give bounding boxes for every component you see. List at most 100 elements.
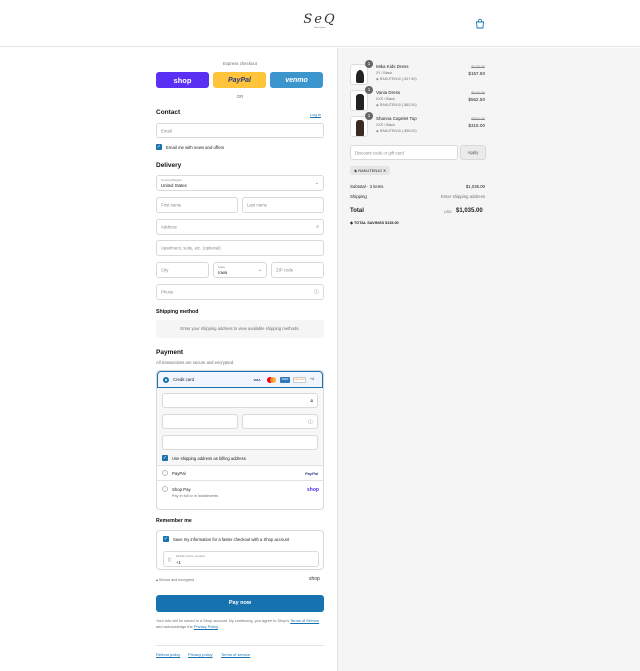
last-name-field[interactable]: Last name — [242, 197, 324, 213]
brand-logo[interactable]: SeQ Seoul Queen — [300, 13, 340, 33]
first-name-field[interactable]: First name — [156, 197, 238, 213]
item-variant: XXS / Black — [376, 97, 395, 101]
name-on-card-field[interactable] — [162, 435, 318, 450]
billing-checkbox[interactable]: ✓ — [162, 455, 168, 461]
item-discount: ◈ RAKUTEN10 (-$62.50) — [376, 103, 417, 107]
applied-code: RAKUTEN10 — [358, 168, 382, 173]
checkout-form: Express checkout shop PayPal venmo OR Co… — [0, 48, 337, 671]
bag-icon[interactable] — [474, 18, 486, 30]
country-value: United States — [161, 183, 187, 188]
quantity-badge: 1 — [365, 112, 373, 120]
amex-icon: AMEX — [280, 377, 290, 383]
save-info-checkbox[interactable]: ✓ — [163, 536, 169, 542]
address-field[interactable]: Address ⌕ — [156, 219, 324, 235]
item-discount-text: RAKUTEN10 (-$62.50) — [379, 103, 417, 107]
terms-of-service-link[interactable]: Terms of service — [221, 652, 250, 657]
news-checkbox[interactable]: ✓ — [156, 144, 162, 150]
paypal-option-label: PayPal — [172, 471, 186, 476]
pay-now-button[interactable]: Pay now — [156, 595, 324, 612]
country-select[interactable]: Country/Region United States ⌄ — [156, 175, 324, 191]
email-field[interactable]: Email — [156, 123, 324, 138]
product-thumbnail — [350, 116, 368, 137]
shop-pay-radio[interactable] — [162, 486, 168, 492]
remember-heading: Remember me — [156, 518, 192, 524]
footer-divider — [156, 645, 324, 646]
item-variant: XXS / Black — [376, 123, 395, 127]
item-original-price: $625.00 — [471, 91, 485, 95]
search-icon: ⌕ — [316, 224, 319, 230]
paypal-radio[interactable] — [162, 470, 168, 476]
venmo-label: venmo — [285, 76, 308, 84]
quantity-badge: 1 — [365, 86, 373, 94]
privacy-link[interactable]: Privacy Policy — [194, 624, 218, 629]
lock-icon: 🔒︎ — [310, 397, 313, 404]
zip-field[interactable]: ZIP code — [271, 262, 324, 278]
total-label: Total — [350, 208, 364, 214]
item-price: $157.50 — [468, 71, 485, 76]
mobile-phone-field[interactable]: ▯ Mobile phone number +1 — [163, 551, 319, 567]
paypal-logo: PayPal — [305, 471, 319, 476]
apartment-field[interactable]: Apartment, suite, etc. (optional) — [156, 240, 324, 256]
help-icon[interactable]: ⓘ — [314, 289, 319, 296]
help-icon[interactable]: ⓘ — [308, 418, 313, 425]
express-checkout-title: Express checkout — [223, 61, 257, 66]
terms-link[interactable]: Terms of Service — [290, 618, 319, 623]
zip-placeholder: ZIP code — [276, 267, 294, 273]
item-name: Vania Dress — [376, 90, 401, 95]
item-original-price: $350.00 — [471, 117, 485, 121]
secure-label: 🔒︎ Secure and encrypted — [156, 578, 194, 582]
paypal-label: PayPal — [228, 76, 251, 84]
remember-box: ✓ Save my information for a faster check… — [156, 530, 324, 570]
news-label: Email me with news and offers — [166, 145, 225, 150]
discount-code-field[interactable]: Discount code or gift card — [350, 145, 458, 160]
login-link[interactable]: Log in — [310, 112, 321, 117]
venmo-button[interactable]: venmo — [270, 72, 323, 88]
expiration-field[interactable] — [162, 414, 238, 429]
shop-pay-sub: Pay in full or in installments — [172, 494, 219, 498]
security-code-field[interactable]: ⓘ — [242, 414, 318, 429]
billing-label: Use shipping address as billing address — [172, 456, 246, 461]
shop-pay-option-label: Shop Pay — [172, 487, 191, 492]
state-select[interactable]: State Iowa ⌄ — [213, 262, 267, 278]
country-label: Country/Region — [161, 178, 182, 182]
paypal-option[interactable]: PayPal PayPal — [157, 465, 323, 480]
site-header: SeQ Seoul Queen — [0, 0, 640, 47]
shop-pay-button[interactable]: shop — [156, 72, 209, 88]
email-placeholder: Email — [161, 128, 172, 133]
address-placeholder: Address — [161, 224, 177, 230]
state-label: State — [218, 265, 226, 269]
save-info-label: Save my information for a faster checkou… — [173, 537, 290, 542]
last-name-placeholder: Last name — [247, 202, 268, 208]
legal-end: . — [217, 624, 219, 629]
mobile-icon: ▯ — [168, 557, 171, 563]
savings-label: TOTAL SAVINGS — [353, 221, 385, 225]
product-thumbnail — [350, 90, 368, 111]
total-value: $1,035.00 — [456, 208, 483, 214]
phone-placeholder: Phone — [161, 289, 174, 295]
product-thumbnail — [350, 64, 368, 85]
item-name: Shanna Capelet Top — [376, 116, 417, 121]
shop-pay-option[interactable]: Shop Pay Pay in full or in installments … — [157, 480, 323, 509]
phone-field[interactable]: Phone ⓘ — [156, 284, 324, 300]
item-variant: 2Y / Black — [376, 71, 393, 75]
privacy-policy-link[interactable]: Privacy policy — [188, 652, 212, 657]
card-number-field[interactable]: 🔒︎ — [162, 393, 318, 408]
item-original-price: $175.00 — [471, 65, 485, 69]
city-field[interactable]: City — [156, 262, 209, 278]
visa-icon: VISA — [253, 378, 261, 382]
shop-logo: shop — [309, 576, 320, 582]
secure-text: Secure and encrypted — [158, 578, 195, 582]
discount-placeholder: Discount code or gift card — [355, 150, 404, 155]
legal-line1: Your info will be saved to a Shop accoun… — [156, 618, 290, 623]
close-icon[interactable]: ✕ — [382, 168, 386, 173]
delivery-heading: Delivery — [156, 162, 182, 169]
credit-card-option[interactable]: Credit card VISA AMEX DISCOVER +4 — [157, 371, 323, 388]
credit-card-radio[interactable] — [163, 377, 169, 383]
legal-text: Your info will be saved to a Shop accoun… — [156, 618, 324, 630]
apply-button[interactable]: Apply — [460, 145, 486, 160]
phone-label: Mobile phone number — [176, 554, 206, 558]
refund-policy-link[interactable]: Refund policy — [156, 652, 180, 657]
shipping-value: Enter shipping address — [441, 194, 485, 199]
paypal-button[interactable]: PayPal — [213, 72, 266, 88]
payment-heading: Payment — [156, 349, 184, 356]
